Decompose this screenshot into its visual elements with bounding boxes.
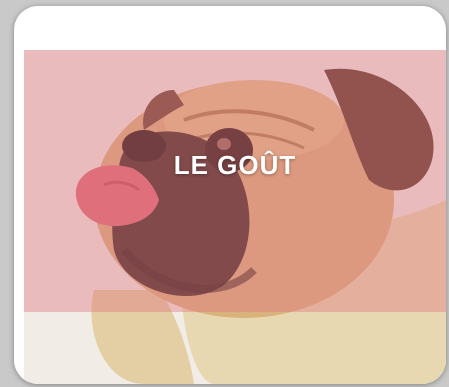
taste-card[interactable]: LE GOÛT (14, 6, 446, 384)
card-title: LE GOÛT (173, 150, 297, 180)
page: LE GOÛT (0, 0, 449, 387)
pink-overlay (24, 50, 446, 312)
